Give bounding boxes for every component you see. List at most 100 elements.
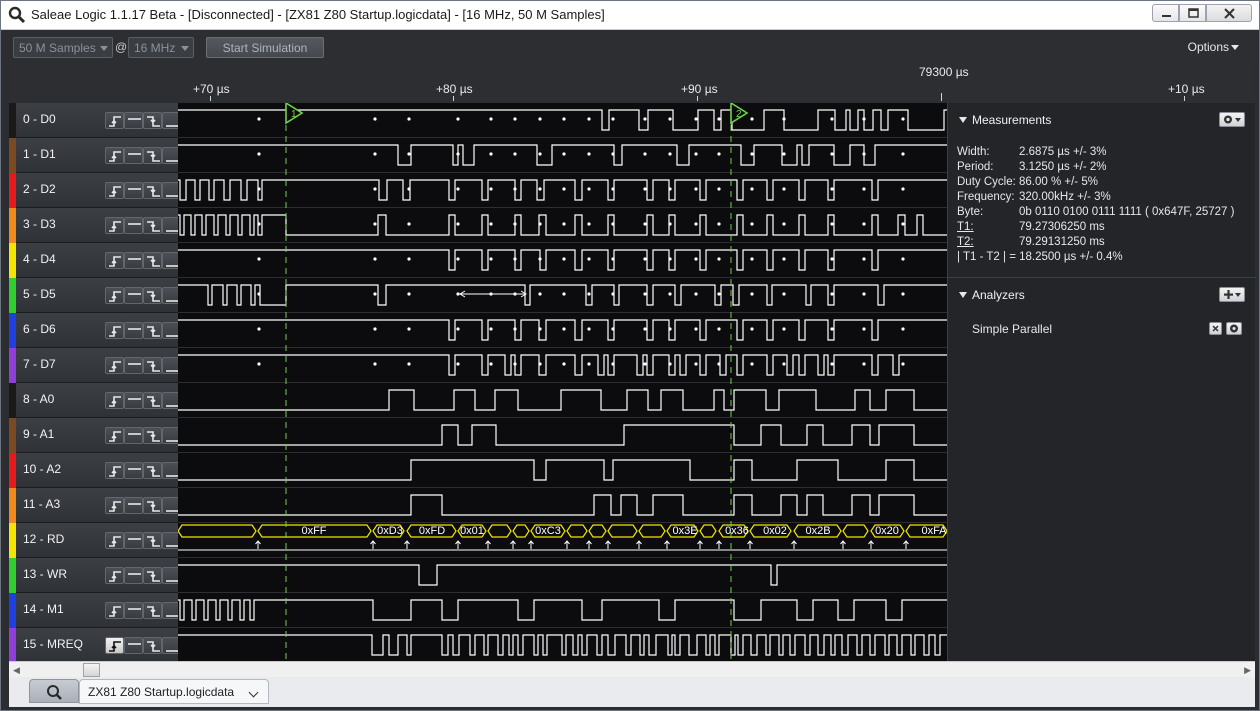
minimize-button[interactable] — [1152, 4, 1179, 22]
channel-header[interactable]: 0 - D0 — [16, 103, 181, 138]
channel-header[interactable]: 7 - D7 — [16, 348, 181, 383]
falling-edge-trigger-button[interactable] — [143, 532, 162, 549]
rising-edge-trigger-button[interactable] — [105, 602, 124, 619]
falling-edge-trigger-button[interactable] — [143, 637, 162, 654]
channel-header[interactable]: 3 - D3 — [16, 208, 181, 243]
rising-edge-trigger-button[interactable] — [105, 427, 124, 444]
add-analyzer-button[interactable] — [1219, 287, 1245, 302]
channel-waveform[interactable] — [178, 208, 947, 243]
tab-file[interactable]: ZX81 Z80 Startup.logicdata — [79, 679, 269, 704]
falling-edge-trigger-button[interactable] — [143, 217, 162, 234]
channel-waveform[interactable] — [178, 243, 947, 278]
falling-edge-trigger-button[interactable] — [143, 462, 162, 479]
high-trigger-button[interactable] — [124, 252, 143, 269]
rising-edge-trigger-button[interactable] — [105, 462, 124, 479]
options-menu-button[interactable]: Options — [1188, 40, 1239, 54]
scroll-left-arrow-icon[interactable]: ◀ — [13, 665, 20, 676]
high-trigger-button[interactable] — [124, 427, 143, 444]
analyzer-item-simple-parallel[interactable]: Simple Parallel — [972, 322, 1052, 336]
channel-waveform[interactable] — [178, 593, 947, 628]
rising-edge-trigger-button[interactable] — [105, 217, 124, 234]
remove-analyzer-button[interactable] — [1209, 322, 1222, 335]
channel-waveform[interactable] — [178, 173, 947, 208]
falling-edge-trigger-button[interactable] — [143, 147, 162, 164]
rising-edge-trigger-button[interactable] — [105, 287, 124, 304]
chevron-down-icon[interactable] — [248, 687, 259, 698]
channel-header[interactable]: 11 - A3 — [16, 488, 181, 523]
analyzer-settings-button[interactable] — [1226, 322, 1242, 335]
high-trigger-button[interactable] — [124, 147, 143, 164]
channel-header[interactable]: 13 - WR — [16, 558, 181, 593]
high-trigger-button[interactable] — [124, 392, 143, 409]
high-trigger-button[interactable] — [124, 357, 143, 374]
channel-header[interactable]: 2 - D2 — [16, 173, 181, 208]
rising-edge-trigger-button[interactable] — [105, 637, 124, 654]
high-trigger-button[interactable] — [124, 637, 143, 654]
falling-edge-trigger-button[interactable] — [143, 497, 162, 514]
high-trigger-button[interactable] — [124, 462, 143, 479]
channel-header[interactable]: 8 - A0 — [16, 383, 181, 418]
measurements-header[interactable]: Measurements — [948, 105, 1256, 133]
falling-edge-trigger-button[interactable] — [143, 602, 162, 619]
rising-edge-trigger-button[interactable] — [105, 252, 124, 269]
channel-header[interactable]: 12 - RD — [16, 523, 181, 558]
channel-header[interactable]: 15 - MREQ — [16, 628, 181, 663]
rising-edge-trigger-button[interactable] — [105, 567, 124, 584]
channel-waveform[interactable] — [178, 523, 947, 558]
rising-edge-trigger-button[interactable] — [105, 147, 124, 164]
high-trigger-button[interactable] — [124, 602, 143, 619]
high-trigger-button[interactable] — [124, 497, 143, 514]
channel-header[interactable]: 10 - A2 — [16, 453, 181, 488]
high-trigger-button[interactable] — [124, 217, 143, 234]
channel-waveform[interactable] — [178, 558, 947, 593]
rising-edge-trigger-button[interactable] — [105, 182, 124, 199]
channel-waveform[interactable] — [178, 628, 947, 663]
channel-waveform[interactable] — [178, 313, 947, 348]
channel-header[interactable]: 5 - D5 — [16, 278, 181, 313]
rising-edge-trigger-button[interactable] — [105, 532, 124, 549]
rising-edge-trigger-button[interactable] — [105, 322, 124, 339]
search-tab[interactable] — [29, 679, 79, 703]
channel-waveform[interactable] — [178, 453, 947, 488]
samples-dropdown[interactable]: 50 M Samples — [13, 37, 113, 58]
channel-header[interactable]: 14 - M1 — [16, 593, 181, 628]
falling-edge-trigger-button[interactable] — [143, 567, 162, 584]
sample-rate-dropdown[interactable]: 16 MHz — [128, 37, 194, 58]
channel-header[interactable]: 6 - D6 — [16, 313, 181, 348]
high-trigger-button[interactable] — [124, 287, 143, 304]
high-trigger-button[interactable] — [124, 567, 143, 584]
falling-edge-trigger-button[interactable] — [143, 427, 162, 444]
rising-edge-trigger-button[interactable] — [105, 392, 124, 409]
channel-waveform[interactable] — [178, 103, 947, 138]
maximize-button[interactable] — [1179, 4, 1206, 22]
channel-header[interactable]: 9 - A1 — [16, 418, 181, 453]
channel-waveform[interactable] — [178, 383, 947, 418]
falling-edge-trigger-button[interactable] — [143, 322, 162, 339]
high-trigger-button[interactable] — [124, 112, 143, 129]
scroll-right-arrow-icon[interactable]: ▶ — [1244, 665, 1251, 676]
start-simulation-button[interactable]: Start Simulation — [206, 37, 324, 58]
rising-edge-trigger-button[interactable] — [105, 497, 124, 514]
scroll-thumb[interactable] — [83, 663, 100, 677]
analyzers-header[interactable]: Analyzers — [948, 280, 1256, 308]
rising-edge-trigger-button[interactable] — [105, 112, 124, 129]
channel-waveform[interactable] — [178, 418, 947, 453]
channel-header[interactable]: 4 - D4 — [16, 243, 181, 278]
channel-waveform[interactable] — [178, 278, 947, 313]
falling-edge-trigger-button[interactable] — [143, 182, 162, 199]
channel-waveform[interactable] — [178, 348, 947, 383]
channel-header[interactable]: 1 - D1 — [16, 138, 181, 173]
high-trigger-button[interactable] — [124, 532, 143, 549]
falling-edge-trigger-button[interactable] — [143, 252, 162, 269]
falling-edge-trigger-button[interactable] — [143, 392, 162, 409]
horizontal-scrollbar[interactable]: ◀ ▶ — [9, 661, 1255, 677]
falling-edge-trigger-button[interactable] — [143, 287, 162, 304]
measurement-key[interactable]: T2: — [957, 236, 974, 248]
high-trigger-button[interactable] — [124, 182, 143, 199]
channel-waveform[interactable] — [178, 138, 947, 173]
high-trigger-button[interactable] — [124, 322, 143, 339]
falling-edge-trigger-button[interactable] — [143, 112, 162, 129]
time-ruler[interactable]: +70 µs +80 µs 79300 µs +90 µs +10 µs — [9, 63, 1255, 103]
measurement-key[interactable]: T1: — [957, 221, 974, 233]
close-button[interactable] — [1206, 4, 1252, 22]
